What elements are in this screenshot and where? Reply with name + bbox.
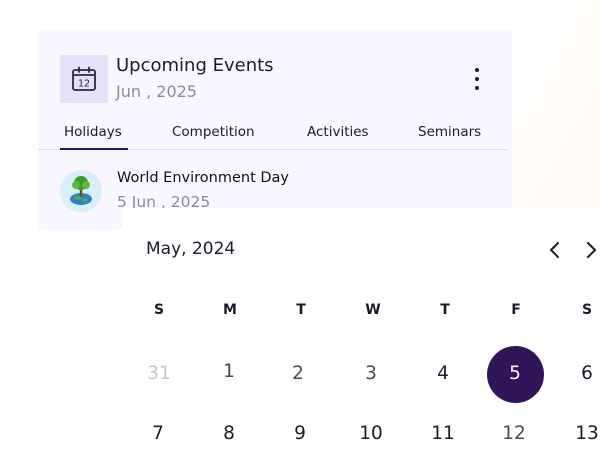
month-label: May, 2024 <box>146 239 236 259</box>
weekday-sat: S <box>581 302 593 318</box>
tab-seminars[interactable]: Seminars <box>418 124 481 140</box>
card-title: Upcoming Events <box>116 55 274 76</box>
more-options-icon[interactable] <box>470 68 484 90</box>
tab-holidays[interactable]: Holidays <box>64 124 122 140</box>
calendar-day[interactable]: 2 <box>268 359 328 389</box>
calendar-icon: 12 <box>60 55 108 103</box>
calendar-day[interactable]: 11 <box>413 419 473 449</box>
event-name: World Environment Day <box>117 170 289 186</box>
calendar-day-selected[interactable]: 5 <box>485 359 545 389</box>
weekday-tue: T <box>296 302 306 318</box>
weekday-sun: S <box>153 302 165 318</box>
calendar-day[interactable]: 9 <box>270 419 330 449</box>
calendar-day[interactable]: 4 <box>413 359 473 389</box>
calendar-day[interactable]: 7 <box>128 419 188 449</box>
chevron-left-icon[interactable] <box>544 238 566 262</box>
weekday-mon: M <box>223 302 237 318</box>
weekday-fri: F <box>511 302 521 318</box>
weekday-thu: T <box>440 302 450 318</box>
month-calendar: May, 2024 S M T W T F S 31 1 2 3 4 5 6 7… <box>123 208 600 450</box>
calendar-day[interactable]: 6 <box>557 359 600 389</box>
weekday-wed: W <box>365 302 381 318</box>
tab-competition[interactable]: Competition <box>172 124 255 140</box>
calendar-day[interactable]: 13 <box>557 419 600 449</box>
event-tabs: Holidays Competition Activities Seminars <box>38 120 508 150</box>
chevron-right-icon[interactable] <box>580 238 600 262</box>
calendar-day[interactable]: 10 <box>341 419 401 449</box>
card-subtitle: Jun , 2025 <box>116 82 197 101</box>
calendar-day[interactable]: 3 <box>341 359 401 389</box>
upcoming-events-card: 12 Upcoming Events Jun , 2025 Holidays C… <box>38 30 512 230</box>
tab-activities[interactable]: Activities <box>307 124 369 140</box>
calendar-day[interactable]: 31 <box>129 359 189 389</box>
calendar-day[interactable]: 1 <box>199 357 259 387</box>
calendar-icon-day: 12 <box>78 79 90 90</box>
calendar-day[interactable]: 12 <box>484 419 544 449</box>
tree-globe-icon <box>60 170 102 212</box>
calendar-day[interactable]: 8 <box>199 419 259 449</box>
active-tab-indicator <box>60 148 128 150</box>
